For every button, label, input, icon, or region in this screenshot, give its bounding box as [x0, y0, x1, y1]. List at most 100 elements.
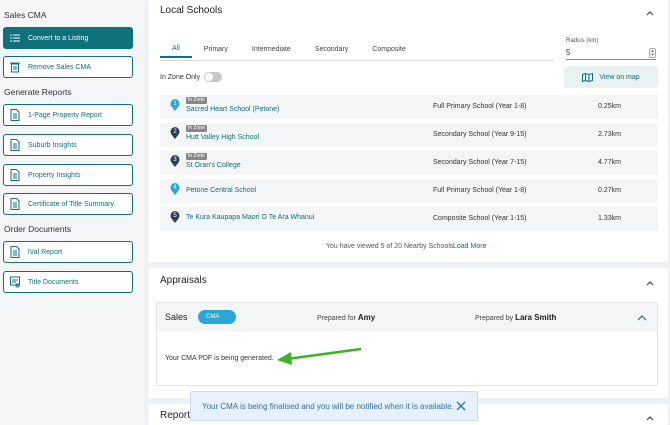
map-pin-icon: 4	[170, 183, 180, 195]
convert-to-listing-label: Convert to a Listing	[28, 34, 89, 42]
prepared-by: Prepared by Lara Smith	[475, 313, 556, 322]
school-type: Full Primary School (Year 1-8)	[433, 103, 527, 110]
order-label: iVal Report	[28, 248, 63, 256]
document-icon	[10, 169, 20, 181]
chevron-up-icon[interactable]	[637, 314, 647, 321]
school-number: 3	[173, 157, 177, 163]
remove-sales-cma-label: Remove Sales CMA	[28, 63, 92, 71]
school-number: 5	[173, 213, 177, 219]
tab-all[interactable]: All	[160, 40, 192, 58]
prepared-for: Prepared for Amy	[317, 313, 375, 322]
tab-intermediate[interactable]: Intermediate	[240, 40, 303, 58]
view-on-map-label: View on map	[599, 73, 640, 81]
sales-label: Sales	[165, 312, 188, 322]
document-icon	[10, 139, 20, 151]
prepared-for-label: Prepared for	[317, 315, 356, 322]
appraisals-title: Appraisals	[160, 275, 207, 286]
cma-badge: CMA	[198, 310, 236, 324]
map-pin-icon: 1	[170, 99, 180, 111]
school-type: Secondary School (Year 7-15)	[433, 159, 527, 166]
school-name-link[interactable]: Hutt Valley High School	[186, 134, 259, 141]
trash-icon	[10, 61, 20, 73]
radius-input[interactable]: 5 ▴ ▾	[566, 46, 656, 60]
school-name-link[interactable]: Petone Central School	[186, 187, 256, 194]
local-schools-panel: Local Schools All Primary Intermediate S…	[148, 0, 668, 262]
order-label: Title Documents	[28, 278, 79, 286]
one-page-property-report-button[interactable]: 1-Page Property Report	[3, 104, 133, 126]
annotation-arrow-icon	[277, 347, 362, 365]
report-label: 1-Page Property Report	[28, 111, 102, 119]
in-zone-toggle[interactable]	[204, 72, 223, 82]
school-distance: 1.33km	[598, 215, 621, 222]
chevron-up-icon[interactable]	[646, 280, 654, 286]
sales-appraisal-card: Sales CMA Prepared for Amy Prepared by L…	[156, 302, 658, 386]
report-label: Certificate of Title Summary	[28, 200, 114, 208]
list-icon	[10, 32, 20, 44]
radius-label: Radius (km)	[566, 38, 599, 44]
suburb-insights-button[interactable]: Suburb Insights	[3, 134, 133, 156]
school-name-link[interactable]: Te Kura Kaupapa Maori O Te Ara Whanui	[186, 214, 314, 221]
remove-sales-cma-button[interactable]: Remove Sales CMA	[3, 56, 133, 78]
appraisals-panel: Appraisals Sales CMA Prepared for Amy Pr…	[148, 268, 668, 398]
radius-field: Radius (km) 5 ▴ ▾	[566, 38, 656, 60]
school-name-link[interactable]: St Oran's College	[186, 162, 241, 169]
prepared-for-name: Amy	[357, 313, 376, 322]
school-distance: 2.73km	[598, 131, 621, 138]
ival-report-button[interactable]: iVal Report	[3, 241, 133, 263]
report-label: Suburb Insights	[28, 141, 77, 149]
school-type-tabs: All Primary Intermediate Secondary Compo…	[160, 40, 418, 60]
school-name-link[interactable]: Sacred Heart School (Petone)	[186, 106, 279, 113]
school-number: 2	[173, 129, 177, 135]
chevron-up-icon[interactable]	[646, 10, 654, 16]
tab-composite[interactable]: Composite	[360, 40, 417, 58]
document-icon	[10, 198, 20, 210]
map-pin-icon: 3	[170, 155, 180, 167]
map-pin-icon: 2	[170, 127, 180, 139]
in-zone-badge: In Zone	[186, 125, 207, 132]
report-label: Property Insights	[28, 171, 81, 179]
map-icon	[582, 72, 594, 82]
tab-secondary[interactable]: Secondary	[303, 40, 360, 58]
local-schools-title: Local Schools	[160, 5, 223, 16]
school-distance: 0.25km	[598, 103, 621, 110]
in-zone-badge: In Zone	[186, 97, 207, 104]
school-type: Full Primary School (Year 1-8)	[433, 187, 527, 194]
school-distance: 4.77km	[598, 159, 621, 166]
school-row[interactable]: 2 In Zone Hutt Valley High School Second…	[160, 123, 658, 147]
document-icon	[10, 109, 20, 121]
prepared-by-label: Prepared by	[475, 315, 514, 322]
school-row[interactable]: 3 In Zone St Oran's College Secondary Sc…	[160, 151, 658, 175]
chevron-up-icon[interactable]	[646, 415, 654, 421]
certificate-of-title-summary-button[interactable]: Certificate of Title Summary	[3, 193, 133, 215]
title-document-icon	[10, 276, 20, 288]
map-pin-icon: 5	[170, 211, 180, 223]
school-type: Secondary School (Year 9-15)	[433, 131, 527, 138]
sales-card-header[interactable]: Sales CMA Prepared for Amy Prepared by L…	[157, 303, 657, 331]
radius-value: 5	[566, 48, 571, 57]
school-row[interactable]: 5 Te Kura Kaupapa Maori O Te Ara Whanui …	[160, 207, 658, 231]
property-insights-button[interactable]: Property Insights	[3, 164, 133, 186]
viewed-count-text: You have viewed 5 of 20 Nearby Schools	[326, 243, 454, 250]
school-number: 4	[173, 185, 177, 191]
in-zone-filter: In Zone Only	[160, 72, 223, 82]
close-icon[interactable]	[455, 400, 467, 412]
convert-to-listing-button[interactable]: Convert to a Listing	[3, 27, 133, 49]
cma-notification-toast: Your CMA is being finalised and you will…	[190, 391, 478, 421]
view-on-map-button[interactable]: View on map	[564, 66, 658, 88]
school-row[interactable]: 1 In Zone Sacred Heart School (Petone) F…	[160, 95, 658, 119]
order-documents-heading: Order Documents	[4, 224, 72, 234]
load-more-link[interactable]: Load More	[453, 243, 486, 250]
tab-primary[interactable]: Primary	[192, 40, 240, 58]
school-number: 1	[173, 101, 177, 107]
in-zone-label: In Zone Only	[160, 73, 201, 81]
cma-generating-text: Your CMA PDF is being generated.	[165, 355, 274, 362]
prepared-by-name: Lara Smith	[515, 313, 557, 322]
tabs-divider	[160, 60, 554, 61]
school-distance: 0.27km	[598, 187, 621, 194]
title-documents-button[interactable]: Title Documents	[3, 271, 133, 293]
radius-stepper[interactable]: ▴ ▾	[649, 47, 656, 58]
school-type: Composite School (Year 1-15)	[433, 215, 527, 222]
document-icon	[10, 246, 20, 258]
school-row[interactable]: 4 Petone Central School Full Primary Sch…	[160, 179, 658, 203]
sales-cma-heading: Sales CMA	[4, 10, 47, 20]
